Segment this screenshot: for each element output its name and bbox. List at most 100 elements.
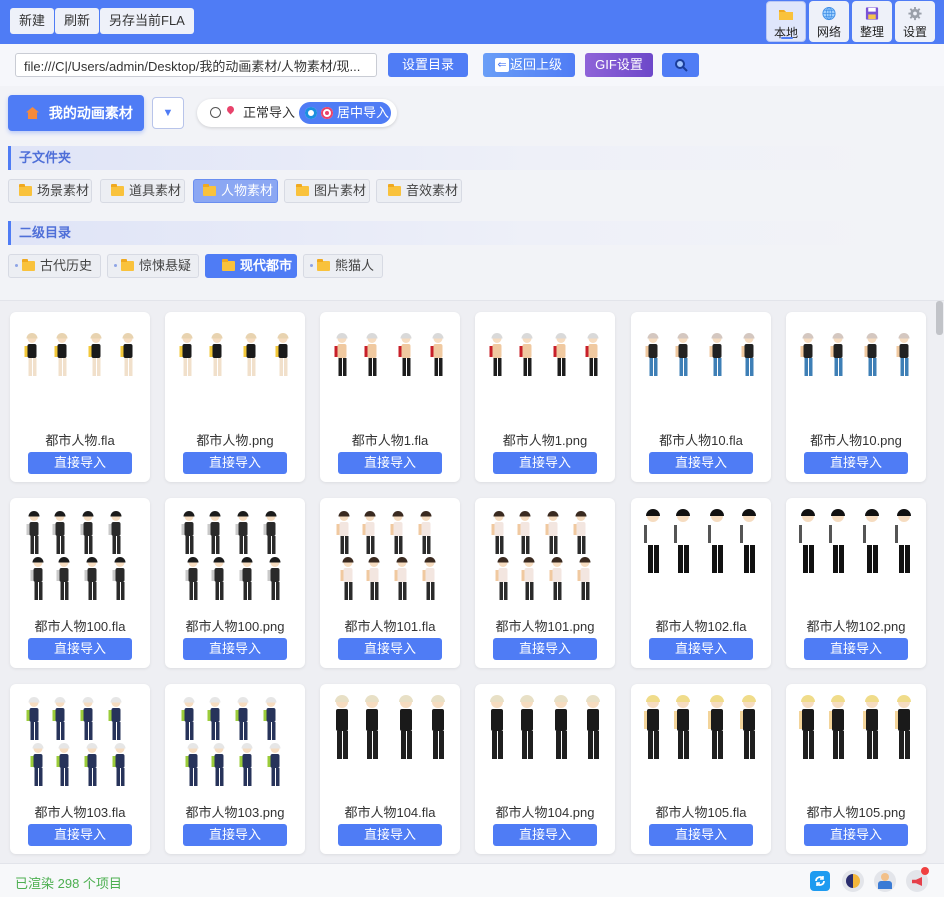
asset-thumbnail xyxy=(26,511,126,600)
notify-icon[interactable] xyxy=(906,867,929,892)
asset-card[interactable]: 都市人物10.png 直接导入 xyxy=(786,312,926,482)
asset-card[interactable]: 都市人物102.png 直接导入 xyxy=(786,498,926,668)
save-as-fla-button[interactable]: 另存当前FLA xyxy=(100,8,194,34)
direct-import-button[interactable]: 直接导入 xyxy=(338,824,442,846)
direct-import-button[interactable]: 直接导入 xyxy=(649,452,753,474)
subfolder-chip-props[interactable]: 道具素材 xyxy=(100,179,185,203)
direct-import-button[interactable]: 直接导入 xyxy=(804,824,908,846)
asset-card[interactable]: 都市人物101.png 直接导入 xyxy=(475,498,615,668)
character-figure xyxy=(24,333,38,376)
character-figure xyxy=(495,557,509,600)
direct-import-button[interactable]: 直接导入 xyxy=(804,638,908,660)
level2-chip-modern-city[interactable]: 现代都市 xyxy=(205,254,297,278)
asset-card[interactable]: 都市人物1.png 直接导入 xyxy=(475,312,615,482)
tab-organize[interactable]: 整理 xyxy=(852,1,892,42)
level2-chip-panda[interactable]: 熊猫人 xyxy=(303,254,383,278)
scrollbar-thumb[interactable] xyxy=(936,301,943,335)
direct-import-button[interactable]: 直接导入 xyxy=(338,452,442,474)
character-figure xyxy=(185,743,199,786)
level2-chip-ancient[interactable]: 古代历史 xyxy=(8,254,101,278)
character-figure xyxy=(108,511,122,554)
subfolder-chip-images[interactable]: 图片素材 xyxy=(284,179,370,203)
asset-card[interactable]: 都市人物104.png 直接导入 xyxy=(475,684,615,854)
character-figure xyxy=(674,509,690,573)
radio-center-selected xyxy=(305,107,317,119)
search-button[interactable] xyxy=(662,53,699,77)
tab-local[interactable]: 本地 xyxy=(766,1,806,42)
asset-card[interactable]: 都市人物100.fla 直接导入 xyxy=(10,498,150,668)
direct-import-button[interactable]: 直接导入 xyxy=(493,824,597,846)
asset-card[interactable]: 都市人物101.fla 直接导入 xyxy=(320,498,460,668)
grid-scrollbar[interactable] xyxy=(935,301,944,863)
character-figure xyxy=(491,511,505,554)
direct-import-button[interactable]: 直接导入 xyxy=(28,452,132,474)
asset-thumbnail xyxy=(24,333,134,376)
character-figure xyxy=(549,557,563,600)
direct-import-button[interactable]: 直接导入 xyxy=(649,638,753,660)
direct-import-button[interactable]: 直接导入 xyxy=(183,824,287,846)
asset-card[interactable]: 都市人物.fla 直接导入 xyxy=(10,312,150,482)
direct-import-button[interactable]: 直接导入 xyxy=(804,452,908,474)
asset-card[interactable]: 都市人物102.fla 直接导入 xyxy=(631,498,771,668)
asset-filename: 都市人物.png xyxy=(196,433,274,448)
character-figure xyxy=(896,333,910,376)
character-figure xyxy=(235,697,249,740)
asset-card[interactable]: 都市人物104.fla 直接导入 xyxy=(320,684,460,854)
character-figure xyxy=(518,695,534,759)
asset-filename: 都市人物105.fla xyxy=(655,805,747,820)
direct-import-button[interactable]: 直接导入 xyxy=(183,452,287,474)
gif-settings-button[interactable]: GIF设置 xyxy=(585,53,653,77)
direct-import-button[interactable]: 直接导入 xyxy=(28,824,132,846)
tab-network[interactable]: 网络 xyxy=(809,1,849,42)
center-import-option[interactable]: 居中导入 xyxy=(299,102,391,124)
asset-card[interactable]: 都市人物10.fla 直接导入 xyxy=(631,312,771,482)
character-figure xyxy=(799,509,815,573)
direct-import-button[interactable]: 直接导入 xyxy=(338,638,442,660)
home-folder-button[interactable]: 我的动画素材 xyxy=(8,95,144,131)
level2-label: 现代都市 xyxy=(240,258,293,273)
character-figure xyxy=(56,557,70,600)
asset-card[interactable]: 都市人物1.fla 直接导入 xyxy=(320,312,460,482)
direct-import-button[interactable]: 直接导入 xyxy=(493,452,597,474)
set-directory-button[interactable]: 设置目录 xyxy=(388,53,468,77)
sync-icon[interactable] xyxy=(810,871,830,891)
direct-import-button[interactable]: 直接导入 xyxy=(183,638,287,660)
bullet-icon xyxy=(310,264,313,267)
refresh-button[interactable]: 刷新 xyxy=(55,8,100,34)
level2-chip-thriller[interactable]: 惊悚悬疑 xyxy=(107,254,199,278)
character-figure xyxy=(429,695,445,759)
folder-dropdown-button[interactable]: ▼ xyxy=(152,97,184,129)
asset-card[interactable]: 都市人物103.png 直接导入 xyxy=(165,684,305,854)
asset-filename: 都市人物.fla xyxy=(45,433,115,448)
direct-import-button[interactable]: 直接导入 xyxy=(649,824,753,846)
new-button[interactable]: 新建 xyxy=(10,8,55,34)
character-figure xyxy=(334,333,348,376)
subfolder-chip-characters[interactable]: 人物素材 xyxy=(193,179,278,203)
direct-import-button[interactable]: 直接导入 xyxy=(28,638,132,660)
subfolder-chip-sounds[interactable]: 音效素材 xyxy=(376,179,462,203)
path-input[interactable] xyxy=(15,53,377,77)
user-icon[interactable] xyxy=(874,870,896,892)
asset-card[interactable]: 都市人物105.png 直接导入 xyxy=(786,684,926,854)
asset-filename: 都市人物104.fla xyxy=(344,805,436,820)
asset-filename: 都市人物100.png xyxy=(185,619,285,634)
asset-thumbnail xyxy=(181,511,281,600)
tab-settings[interactable]: 设置 xyxy=(895,1,935,42)
character-figure xyxy=(709,333,723,376)
home-folder-label: 我的动画素材 xyxy=(48,105,133,121)
character-figure xyxy=(209,333,223,376)
character-figure xyxy=(179,333,193,376)
normal-import-option[interactable]: 正常导入 xyxy=(205,102,297,124)
back-up-button[interactable]: ⇐ 返回上级 xyxy=(483,53,575,77)
asset-card[interactable]: 都市人物.png 直接导入 xyxy=(165,312,305,482)
asset-card[interactable]: 都市人物100.png 直接导入 xyxy=(165,498,305,668)
path-bar: 设置目录 ⇐ 返回上级 GIF设置 xyxy=(0,44,944,86)
subfolder-chip-scenes[interactable]: 场景素材 xyxy=(8,179,92,203)
character-figure xyxy=(56,743,70,786)
folder-icon xyxy=(388,184,401,196)
theme-icon[interactable] xyxy=(842,870,864,892)
asset-card[interactable]: 都市人物103.fla 直接导入 xyxy=(10,684,150,854)
direct-import-button[interactable]: 直接导入 xyxy=(493,638,597,660)
tab-network-label: 网络 xyxy=(816,25,841,39)
asset-card[interactable]: 都市人物105.fla 直接导入 xyxy=(631,684,771,854)
